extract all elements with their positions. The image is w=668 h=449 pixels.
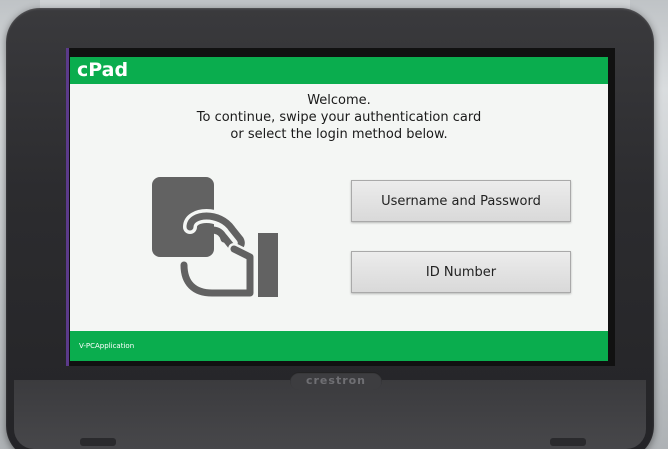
application-name: V-PCApplication <box>79 342 135 350</box>
id-number-button[interactable]: ID Number <box>351 251 571 293</box>
app-title: cPad <box>77 59 129 81</box>
instruction-line: or select the login method below. <box>230 127 448 142</box>
device-foot <box>550 438 586 446</box>
touch-screen: cPad Welcome. To continue, swipe your au… <box>70 57 608 361</box>
welcome-message: Welcome. To continue, swipe your authent… <box>70 92 608 143</box>
title-bar: cPad <box>70 57 608 84</box>
status-bar: V-PCApplication <box>70 331 608 361</box>
welcome-line: Welcome. <box>307 93 371 108</box>
hand-swiping-card-icon <box>152 177 278 299</box>
device-foot <box>80 438 116 446</box>
device-brand-logo: crestron <box>290 372 382 390</box>
username-password-button[interactable]: Username and Password <box>351 180 571 222</box>
instruction-line: To continue, swipe your authentication c… <box>196 110 482 125</box>
